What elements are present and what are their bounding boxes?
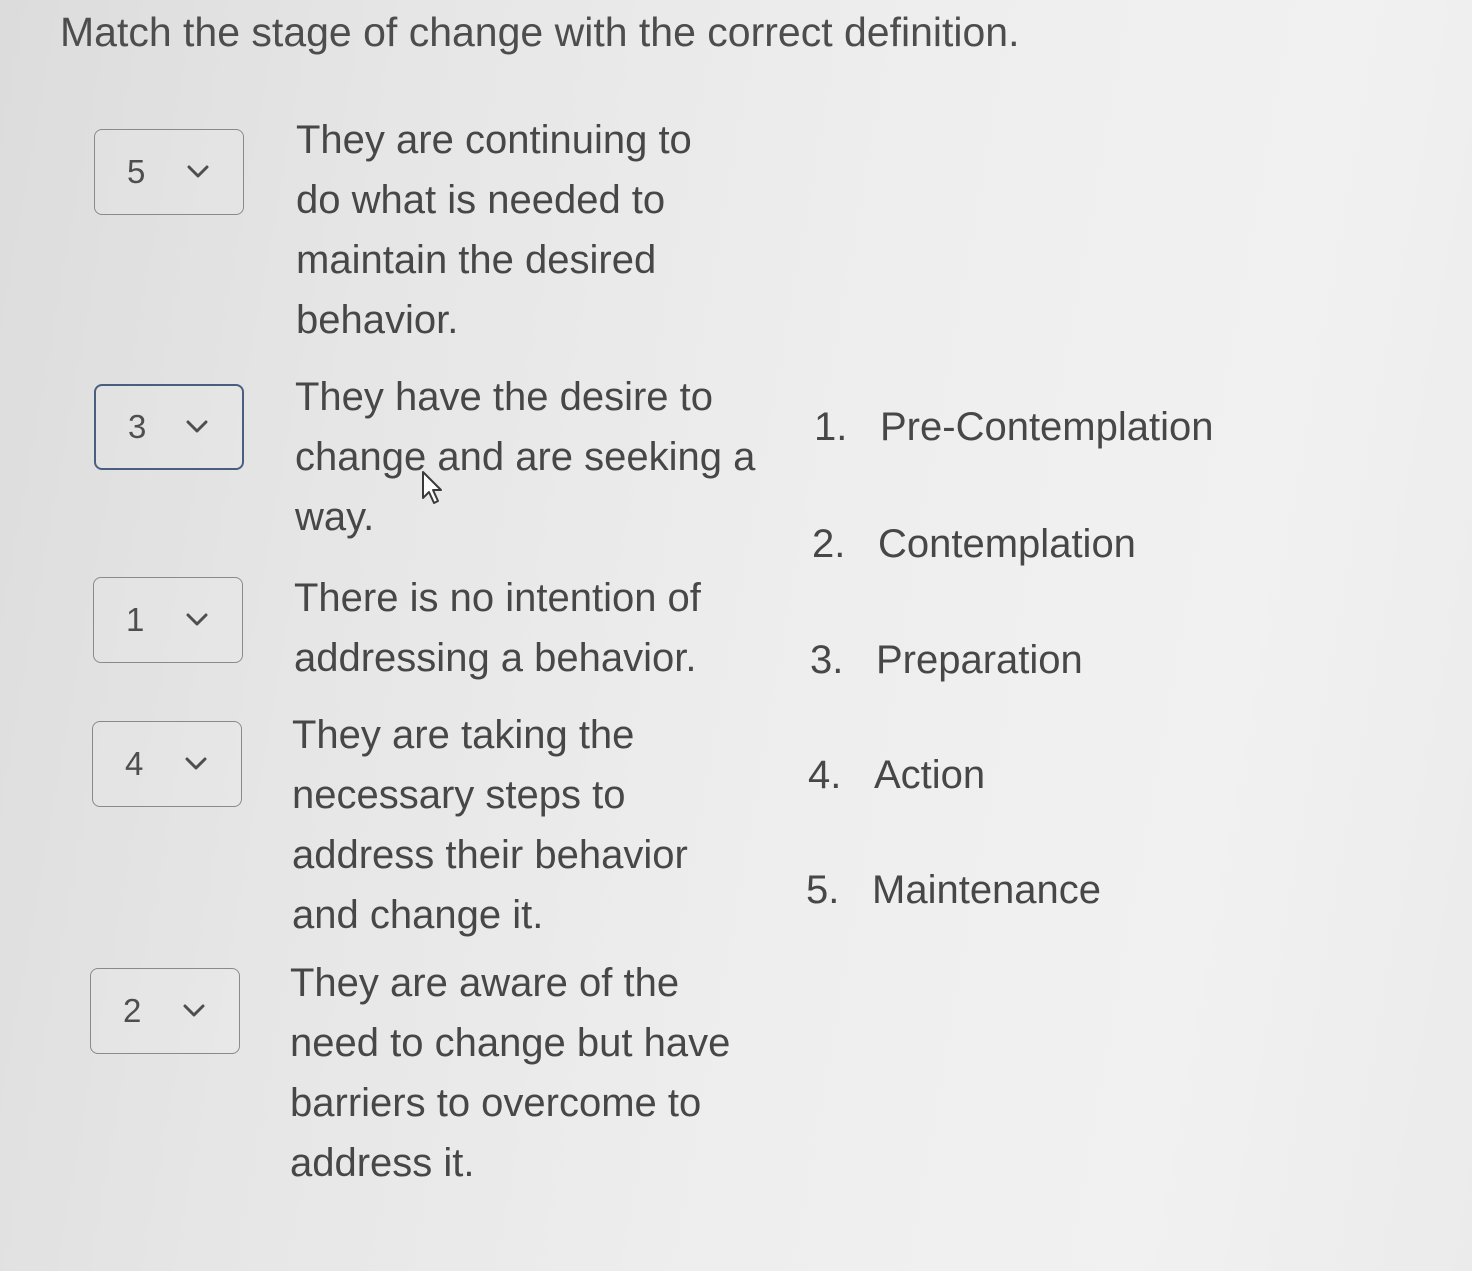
stage-item: 5. Maintenance [806,868,1101,913]
definition-text: They are taking the necessary steps to a… [292,713,688,937]
match-select-1[interactable]: 5 [94,129,244,215]
chevron-down-icon [187,165,209,178]
definition-text: They are continuing to do what is needed… [296,118,692,342]
stage-item: 2. Contemplation [812,522,1136,567]
chevron-down-icon [183,1004,205,1017]
chevron-down-icon [186,420,208,433]
stage-item: 4. Action [808,753,985,798]
stage-number: 5. [806,868,840,912]
chevron-down-icon [186,613,208,626]
select-value: 3 [128,408,147,445]
stage-number: 2. [812,522,846,566]
chevron-down-icon [185,757,207,770]
stage-number: 4. [808,753,842,797]
stage-label: Action [874,753,986,797]
match-select-2[interactable]: 3 [94,384,244,470]
match-select-3[interactable]: 1 [93,577,243,663]
match-select-5[interactable]: 2 [90,968,240,1054]
select-value: 2 [123,992,142,1029]
definition-text: They are aware of the need to change but… [290,961,731,1185]
stage-item: 1. Pre-Contemplation [814,405,1214,450]
match-select-4[interactable]: 4 [92,721,242,807]
stage-label: Maintenance [872,868,1102,912]
stage-label: Pre-Contemplation [880,405,1214,449]
mouse-cursor-icon [422,471,442,504]
stage-label: Contemplation [878,522,1136,566]
select-value: 5 [127,153,146,190]
stage-item: 3. Preparation [810,638,1083,683]
definition-text: They have the desire to change and are s… [295,375,756,539]
select-value: 4 [125,745,144,782]
stage-number: 3. [810,638,844,682]
page-title: Match the stage of change with the corre… [60,9,1020,55]
stage-label: Preparation [876,638,1083,682]
select-value: 1 [126,601,145,638]
stage-number: 1. [814,405,848,449]
definition-text: There is no intention of addressing a be… [294,576,701,680]
